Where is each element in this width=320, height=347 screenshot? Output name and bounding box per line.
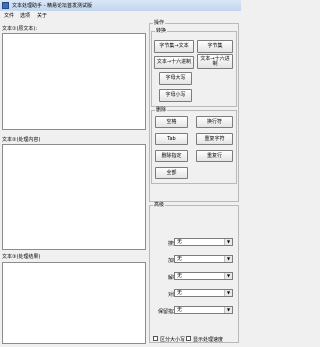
source-text-label: 文本①(原文本): <box>2 26 38 32</box>
text-to-hex-button-2[interactable]: 文本→十六进制 <box>197 54 233 69</box>
window-title: 文本处理助手 - 精易论坛首发测试版 <box>12 3 92 9</box>
chevron-down-icon: ▼ <box>224 273 232 279</box>
uppercase-button[interactable]: 字母大写 <box>159 72 192 85</box>
compare-select[interactable]: 无 ▼ <box>174 289 233 297</box>
menu-about[interactable]: 关于 <box>37 12 47 19</box>
duplicate-char-button[interactable]: 重复字符 <box>196 133 233 145</box>
process-text-label: 文本②(处理内容) <box>2 137 41 143</box>
encrypt-select[interactable]: 无 ▼ <box>174 255 233 263</box>
keep-specified-select[interactable]: 无 ▼ <box>174 306 233 314</box>
source-textarea[interactable] <box>2 33 146 130</box>
delete-specified-button[interactable]: 删除指定 <box>155 150 188 162</box>
menu-bar: 文件 选项 关于 <box>0 11 241 20</box>
operation-group-title: 操作 <box>154 20 165 26</box>
result-text-label: 文本③(处理结果) <box>2 254 41 260</box>
chevron-down-icon: ▼ <box>224 256 232 262</box>
case-sensitive-checkbox[interactable] <box>153 336 158 341</box>
show-speed-label: 显示处理速度 <box>193 337 224 343</box>
lowercase-button[interactable]: 字母小写 <box>159 89 192 102</box>
newline-button[interactable]: 换行符 <box>196 116 233 128</box>
all-button[interactable]: 全部 <box>155 167 188 179</box>
menu-options[interactable]: 选项 <box>20 12 30 19</box>
advanced-group-title: 高级 <box>154 202 165 208</box>
space-button[interactable]: 空格 <box>155 116 188 128</box>
convert-group-title: 转换 <box>156 28 167 34</box>
duplicate-line-button[interactable]: 重复行 <box>196 150 233 162</box>
search-select[interactable]: 无 ▼ <box>174 238 233 246</box>
result-textarea[interactable] <box>2 262 146 344</box>
decrypt-select[interactable]: 无 ▼ <box>174 272 233 280</box>
chevron-down-icon: ▼ <box>224 307 232 313</box>
bytes-to-text-button[interactable]: 字节集→文本 <box>154 40 194 53</box>
text-to-hex-button[interactable]: 文本→十六进制 <box>154 56 194 69</box>
bytes-button[interactable]: 字节集 <box>197 40 233 53</box>
chevron-down-icon: ▼ <box>224 290 232 296</box>
tab-button[interactable]: Tab <box>155 133 188 145</box>
menu-file[interactable]: 文件 <box>4 12 14 19</box>
show-speed-checkbox[interactable] <box>186 336 191 341</box>
process-textarea[interactable] <box>2 144 146 250</box>
chevron-down-icon: ▼ <box>224 239 232 245</box>
delete-group-title: 删除 <box>156 107 167 113</box>
case-sensitive-label: 区分大小写 <box>160 337 186 343</box>
app-icon <box>2 2 9 9</box>
